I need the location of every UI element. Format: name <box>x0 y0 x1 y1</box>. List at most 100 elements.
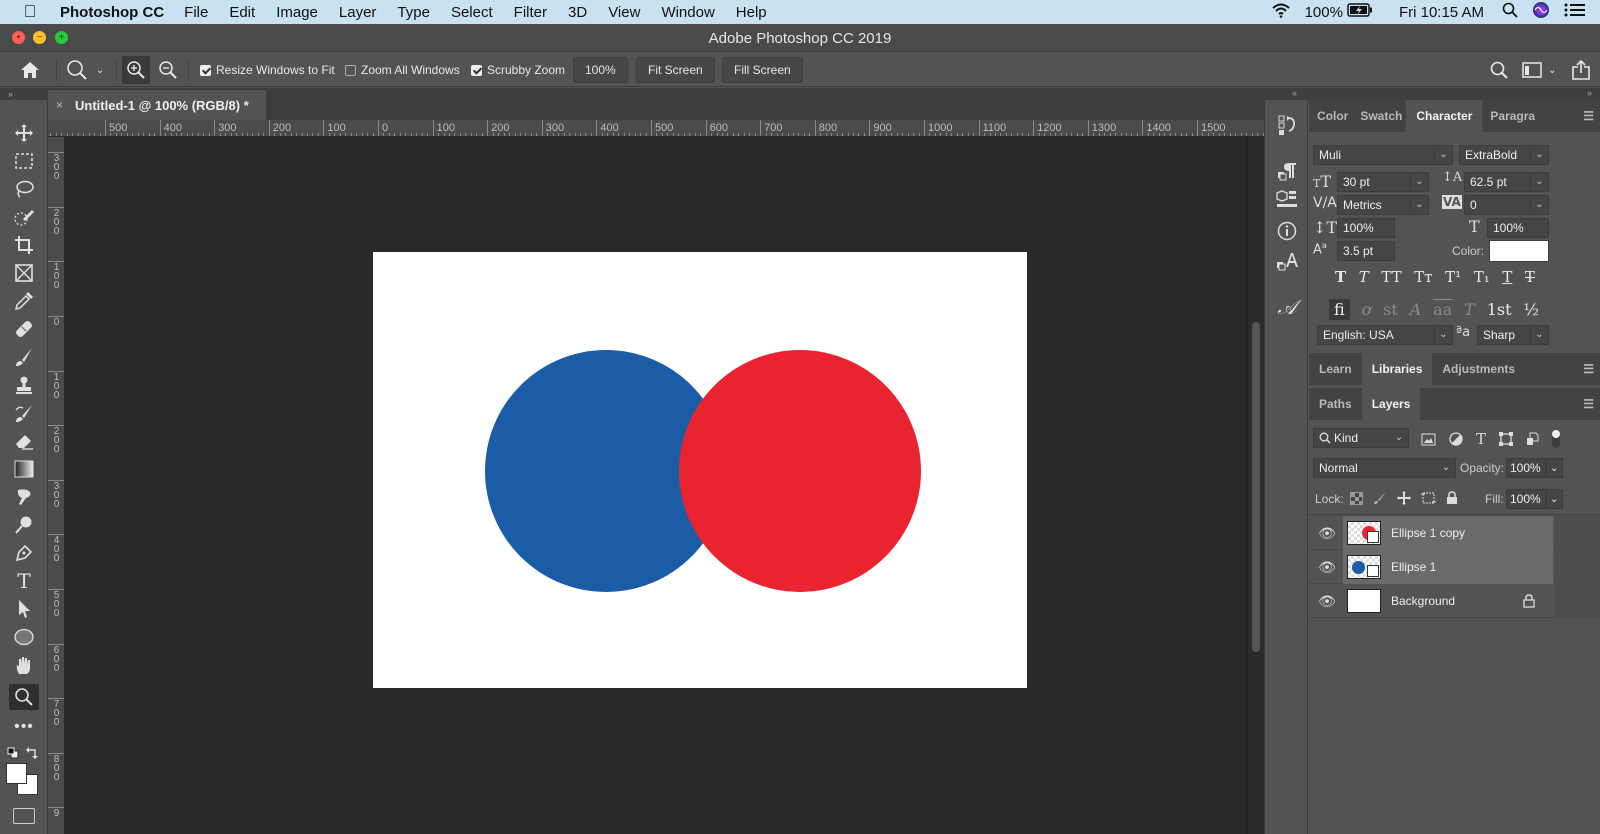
zoom-out-button[interactable] <box>158 53 178 87</box>
fractions-button[interactable]: ½ <box>1523 300 1539 319</box>
healing-brush-tool[interactable] <box>9 316 39 342</box>
document-tab[interactable]: × Untitled-1 @ 100% (RGB/8) * <box>48 90 266 120</box>
clock[interactable]: Fri 10:15 AM <box>1399 4 1484 21</box>
adjustment-layer-filter-icon[interactable] <box>1449 432 1463 446</box>
layer-lock-icon[interactable] <box>1523 594 1535 608</box>
panel-menu-icon[interactable]: ☰ <box>1583 109 1594 123</box>
type-layer-filter-icon[interactable]: T <box>1476 430 1486 448</box>
discretionary-ligatures-button[interactable]: st <box>1383 300 1398 319</box>
superscript-button[interactable]: T¹ <box>1445 268 1461 290</box>
hand-tool[interactable] <box>9 652 39 678</box>
close-tab-icon[interactable]: × <box>56 98 63 112</box>
dodge-tool[interactable] <box>9 512 39 538</box>
tab-layers[interactable]: Layers <box>1361 388 1421 420</box>
edit-toolbar-button[interactable]: ••• <box>9 714 39 740</box>
fill-slider-toggle[interactable]: ⌄ <box>1546 489 1563 509</box>
opacity-field[interactable]: 100% <box>1506 458 1546 478</box>
default-colors-icon[interactable] <box>7 746 19 759</box>
filter-toggle[interactable] <box>1552 430 1561 448</box>
brush-tool[interactable] <box>9 344 39 370</box>
horizontal-scale-field[interactable]: 100% <box>1487 218 1549 238</box>
wifi-icon[interactable] <box>1271 2 1291 22</box>
clone-stamp-tool[interactable] <box>9 372 39 398</box>
lasso-tool[interactable] <box>9 176 39 202</box>
scrubby-zoom-checkbox[interactable]: Scrubby Zoom <box>471 53 565 87</box>
lock-transparent-pixels-icon[interactable] <box>1350 491 1363 505</box>
eraser-tool[interactable] <box>9 428 39 454</box>
opacity-slider-toggle[interactable]: ⌄ <box>1546 458 1563 478</box>
font-style-select[interactable]: ExtraBold ⌄ <box>1459 145 1549 165</box>
panel-menu-icon[interactable]: ☰ <box>1583 362 1594 376</box>
document-canvas[interactable] <box>373 252 1027 688</box>
fill-screen-button[interactable]: Fill Screen <box>722 57 803 83</box>
lock-all-icon[interactable] <box>1446 491 1458 505</box>
search-button[interactable] <box>1490 53 1508 87</box>
lock-artboard-icon[interactable] <box>1421 491 1436 505</box>
paragraph-styles-button[interactable] <box>1273 158 1301 184</box>
zoom-in-button[interactable] <box>122 56 150 84</box>
fill-field[interactable]: 100% <box>1506 489 1546 509</box>
tool-preset-picker[interactable]: ⌄ <box>66 53 104 87</box>
underline-button[interactable]: T <box>1502 268 1512 290</box>
marquee-tool[interactable] <box>9 148 39 174</box>
visibility-eye-icon[interactable]: 👁 <box>1317 525 1337 542</box>
menu-image[interactable]: Image <box>276 4 318 21</box>
tracking-field[interactable]: 0 ⌄ <box>1464 195 1549 215</box>
eyedropper-tool[interactable] <box>9 288 39 314</box>
collapse-icon-strip-toggle[interactable]: « <box>1292 88 1297 98</box>
menu-edit[interactable]: Edit <box>229 4 255 21</box>
zoom-all-windows-checkbox[interactable]: Zoom All Windows <box>345 53 460 87</box>
crop-tool[interactable] <box>9 232 39 258</box>
menu-layer[interactable]: Layer <box>339 4 377 21</box>
tab-character[interactable]: Character <box>1406 100 1483 132</box>
swash-button[interactable]: A <box>1410 300 1422 319</box>
strikethrough-button[interactable]: T <box>1525 268 1535 290</box>
ellipse-1-copy-shape[interactable] <box>679 350 921 592</box>
path-selection-tool[interactable] <box>9 596 39 622</box>
stylistic-alternates-button[interactable]: aa <box>1433 300 1452 319</box>
antialias-select[interactable]: Sharp ⌄ <box>1477 325 1549 345</box>
collapse-panels-toggle[interactable]: » <box>1587 88 1592 98</box>
leading-field[interactable]: 62.5 pt ⌄ <box>1464 172 1549 192</box>
menu-type[interactable]: Type <box>397 4 430 21</box>
spotlight-search-icon[interactable] <box>1502 2 1518 22</box>
siri-icon[interactable] <box>1532 1 1550 23</box>
faux-bold-button[interactable]: T <box>1335 268 1346 290</box>
visibility-eye-icon[interactable]: 👁 <box>1317 593 1337 610</box>
pen-tool[interactable] <box>9 540 39 566</box>
pasteboard[interactable] <box>65 137 1247 834</box>
ligatures-button[interactable]: fi <box>1329 298 1350 320</box>
baseline-shift-field[interactable]: 3.5 pt <box>1337 241 1395 261</box>
character-styles-button[interactable] <box>1273 248 1301 274</box>
menu-filter[interactable]: Filter <box>514 4 547 21</box>
ordinals-button[interactable]: 1st <box>1487 300 1512 319</box>
foreground-color-swatch[interactable] <box>6 763 27 784</box>
workspace-switcher[interactable]: ⌄ <box>1522 53 1556 87</box>
blend-mode-select[interactable]: Normal ⌄ <box>1313 458 1456 478</box>
history-panel-button[interactable] <box>1273 112 1301 138</box>
all-caps-button[interactable]: TT <box>1381 268 1401 290</box>
type-tool[interactable]: T <box>9 568 39 594</box>
font-family-select[interactable]: Muli ⌄ <box>1313 145 1453 165</box>
menu-help[interactable]: Help <box>736 4 767 21</box>
tab-paragraph[interactable]: Paragra <box>1482 100 1543 132</box>
font-size-field[interactable]: 30 pt ⌄ <box>1337 172 1429 192</box>
vertical-scale-field[interactable]: 100% <box>1337 218 1395 238</box>
faux-italic-button[interactable]: T <box>1359 268 1369 290</box>
share-button[interactable] <box>1572 53 1590 87</box>
toolbar-collapse-toggle[interactable]: » <box>0 88 48 100</box>
battery-icon[interactable] <box>1347 3 1373 21</box>
zoom-tool[interactable] <box>9 684 39 710</box>
menu-3d[interactable]: 3D <box>568 4 587 21</box>
tab-color[interactable]: Color <box>1309 100 1356 132</box>
notification-center-icon[interactable] <box>1564 3 1586 21</box>
apple-icon[interactable]:  <box>0 2 60 22</box>
tab-paths[interactable]: Paths <box>1309 388 1362 420</box>
tab-swatches[interactable]: Swatch <box>1356 100 1406 132</box>
layer-filter-select[interactable]: Kind ⌄ <box>1313 428 1409 448</box>
visibility-eye-icon[interactable]: 👁 <box>1317 559 1337 576</box>
old-style-button[interactable]: ơ <box>1362 300 1372 319</box>
panel-menu-icon[interactable]: ☰ <box>1583 397 1594 411</box>
menu-window[interactable]: Window <box>661 4 714 21</box>
home-button[interactable] <box>20 53 40 87</box>
